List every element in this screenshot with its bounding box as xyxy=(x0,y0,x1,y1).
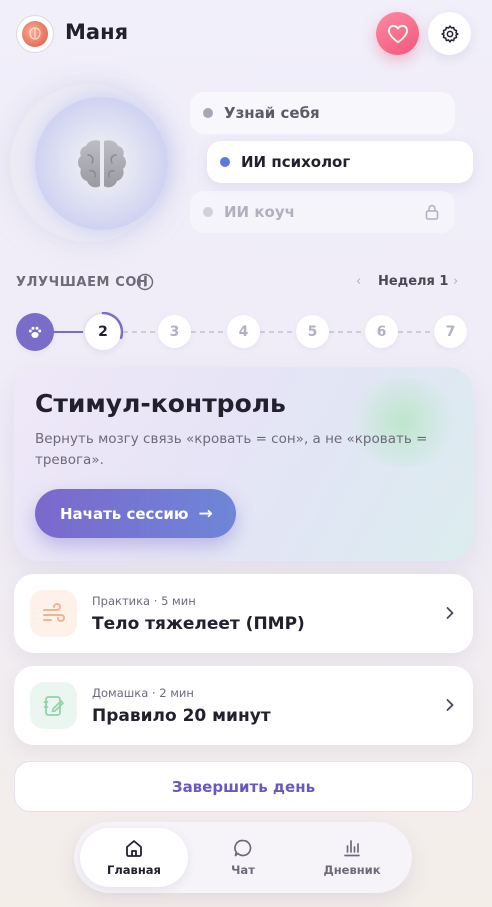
chart-icon xyxy=(344,840,360,857)
session-description: Вернуть мозгу связь «кровать = сон», а н… xyxy=(35,431,428,468)
favorite-button[interactable] xyxy=(376,12,419,55)
arrow-right-icon: → xyxy=(198,503,213,524)
step-number: 7 xyxy=(445,323,456,340)
nav-label: Дневник xyxy=(323,863,381,877)
task-title: Тело тяжелеет (ПМР) xyxy=(92,614,305,634)
mode-know-yourself[interactable]: Узнай себя xyxy=(190,92,455,134)
nav-home[interactable]: Главная xyxy=(80,828,188,887)
chevron-right-icon xyxy=(446,607,454,619)
heart-icon xyxy=(387,24,408,43)
username: Маня xyxy=(65,20,129,44)
status-dot xyxy=(203,108,213,118)
step-connector xyxy=(260,331,296,333)
status-dot xyxy=(203,207,213,217)
avatar[interactable] xyxy=(16,15,54,53)
step-locked[interactable]: 3 xyxy=(158,315,191,348)
step-locked[interactable]: 7 xyxy=(434,315,467,348)
week-label: Неделя 1 xyxy=(378,274,449,289)
nav-label: Чат xyxy=(231,863,255,877)
step-connector xyxy=(329,331,365,333)
bottom-nav: Главная Чат Дневник xyxy=(74,822,412,893)
progress-ring xyxy=(101,312,123,340)
step-connector xyxy=(191,331,227,333)
task-meta: Домашка · 2 мин xyxy=(92,686,194,700)
lock-icon xyxy=(425,204,439,220)
wind-icon xyxy=(30,590,77,637)
mode-ai-coach[interactable]: ИИ коуч xyxy=(190,191,455,233)
status-dot xyxy=(220,157,230,167)
finish-day-button[interactable]: Завершить день xyxy=(14,761,473,812)
settings-button[interactable] xyxy=(428,12,471,55)
task-title: Правило 20 минут xyxy=(92,706,271,726)
brain-orb[interactable] xyxy=(35,97,168,230)
mode-label: Узнай себя xyxy=(224,104,320,122)
mode-label: ИИ психолог xyxy=(241,153,351,171)
program-title: УЛУЧШАЕМ СОН xyxy=(16,275,149,290)
step-connector xyxy=(398,331,434,333)
info-icon[interactable] xyxy=(136,273,154,295)
step-locked[interactable]: 4 xyxy=(227,315,260,348)
step-number: 4 xyxy=(238,323,249,340)
paw-icon xyxy=(28,326,42,338)
chevron-left-icon[interactable]: ‹ xyxy=(356,274,361,289)
step-locked[interactable]: 5 xyxy=(296,315,329,348)
step-connector xyxy=(54,331,84,333)
task-meta: Практика · 5 мин xyxy=(92,594,196,608)
session-card: Стимул-контроль Вернуть мозгу связь «кро… xyxy=(14,367,473,561)
brain-icon xyxy=(22,21,48,47)
step-number: 5 xyxy=(307,323,318,340)
mode-ai-psychologist[interactable]: ИИ психолог xyxy=(207,141,473,183)
nav-label: Главная xyxy=(107,863,161,877)
mode-label: ИИ коуч xyxy=(224,203,295,221)
task-card-practice[interactable]: Практика · 5 мин Тело тяжелеет (ПМР) xyxy=(14,574,473,653)
notebook-icon xyxy=(30,682,77,729)
step-completed[interactable] xyxy=(16,313,54,351)
chat-icon xyxy=(234,839,252,857)
start-session-label: Начать сессию xyxy=(60,504,189,523)
step-number: 3 xyxy=(169,323,180,340)
step-current[interactable]: 2 xyxy=(83,312,123,352)
brain-icon xyxy=(77,139,126,187)
home-icon xyxy=(126,840,142,857)
chevron-right-icon[interactable]: › xyxy=(453,274,458,289)
nav-diary[interactable]: Дневник xyxy=(298,828,406,887)
step-locked[interactable]: 6 xyxy=(365,315,398,348)
chevron-right-icon xyxy=(446,699,454,711)
session-title: Стимул-контроль xyxy=(35,389,286,418)
step-number: 6 xyxy=(376,323,387,340)
start-session-button[interactable]: Начать сессию → xyxy=(35,489,236,538)
step-connector xyxy=(123,331,158,333)
nav-chat[interactable]: Чат xyxy=(189,828,297,887)
gear-icon xyxy=(440,24,459,43)
task-card-homework[interactable]: Домашка · 2 мин Правило 20 минут xyxy=(14,666,473,745)
